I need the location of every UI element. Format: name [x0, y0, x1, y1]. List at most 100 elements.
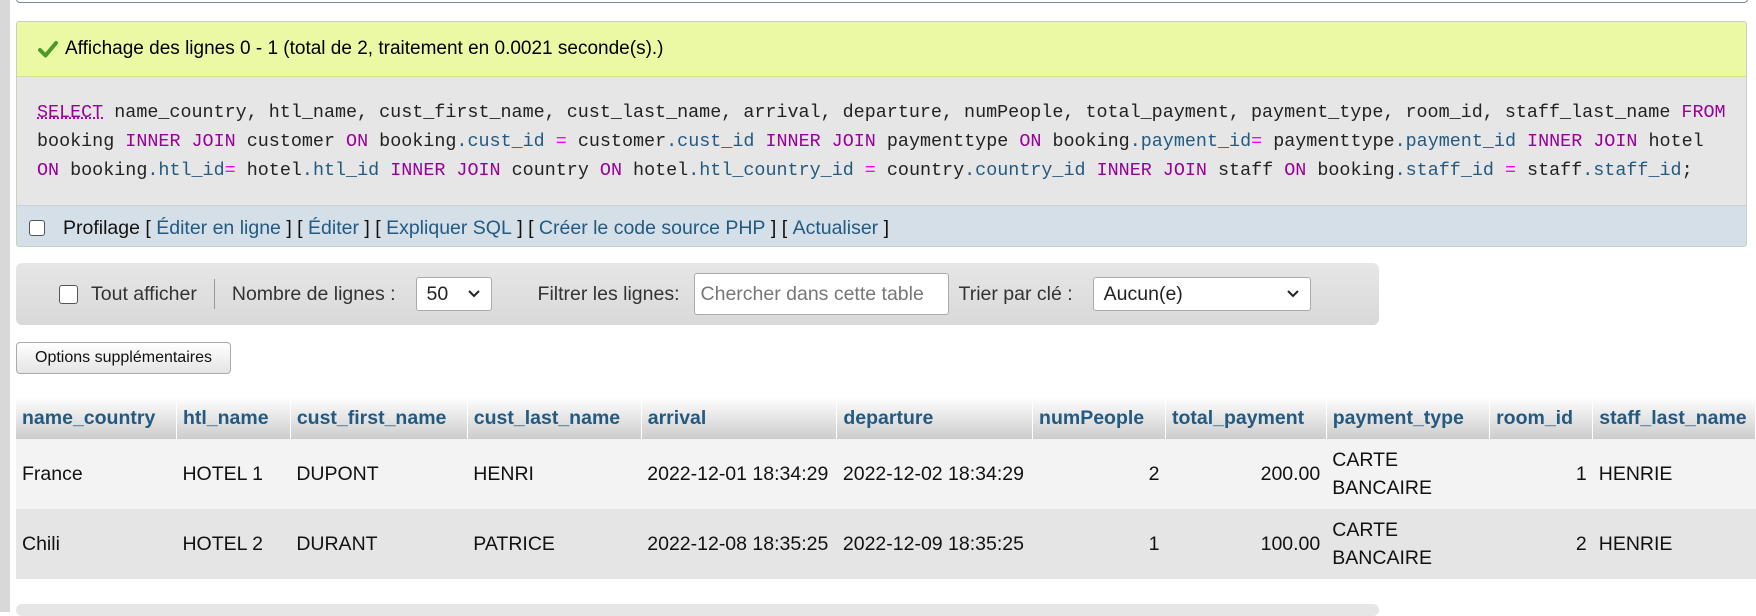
rows-count-label: Nombre de lignes :	[231, 282, 396, 305]
cell: 1	[1032, 509, 1166, 579]
sort-by-key-value: Aucun(e)	[1103, 282, 1183, 305]
cell: 2022-12-01 18:34:29	[641, 439, 837, 509]
sql-token: country	[500, 160, 600, 181]
left-gutter	[0, 0, 10, 612]
bracket: [	[297, 216, 303, 239]
room-id-link[interactable]: 1	[1489, 439, 1593, 509]
column-header[interactable]: departure	[836, 397, 1034, 439]
filter-rows-label: Filtrer les lignes:	[537, 282, 680, 305]
cell: DUPONT	[290, 439, 468, 509]
sql-token: INNER JOIN	[1096, 160, 1207, 181]
table-navigation-bar: Tout afficher Nombre de lignes : 50 Filt…	[16, 263, 1379, 325]
sql-token: .htl_country_id	[688, 160, 854, 181]
column-header[interactable]: cust_last_name	[467, 397, 642, 439]
sql-token: =	[1251, 131, 1263, 152]
sql-token: booking	[1041, 131, 1130, 152]
edit-inline-link[interactable]: Éditer en ligne	[156, 217, 281, 240]
show-all-label: Tout afficher	[91, 282, 197, 305]
table-header-row: name_country htl_name cust_first_name cu…	[16, 397, 1756, 439]
bracket: ]	[364, 216, 370, 239]
column-header[interactable]: cust_first_name	[290, 397, 468, 439]
sql-token: =	[544, 131, 578, 152]
sql-token: hotel	[622, 160, 689, 181]
sql-token: ON	[599, 160, 622, 181]
cell: PATRICE	[467, 509, 642, 579]
explain-sql-link[interactable]: Expliquer SQL	[386, 217, 512, 240]
sql-token: .payment_id	[1129, 131, 1252, 152]
profiling-checkbox[interactable]	[29, 220, 45, 236]
table-row: France HOTEL 1 DUPONT HENRI 2022-12-01 1…	[16, 439, 1756, 509]
table-row: Chili HOTEL 2 DURANT PATRICE 2022-12-08 …	[16, 509, 1756, 579]
previous-panel-edge	[16, 0, 1748, 3]
edit-link[interactable]: Éditer	[308, 217, 359, 240]
sql-token: customer	[577, 131, 667, 152]
rows-count-select[interactable]: 50	[415, 277, 492, 311]
sort-by-key-select[interactable]: Aucun(e)	[1092, 277, 1311, 311]
cell: CARTE BANCAIRE	[1326, 439, 1490, 509]
column-header[interactable]: arrival	[641, 397, 838, 439]
divider	[213, 279, 215, 309]
sql-token: ON	[1019, 131, 1042, 152]
bracket: ]	[770, 216, 777, 239]
bracket: ]	[286, 216, 292, 239]
bracket: ]	[883, 216, 890, 239]
cell: HENRIE	[1592, 509, 1756, 579]
show-all-checkbox[interactable]	[59, 284, 78, 304]
sql-token: FROM	[1681, 102, 1726, 123]
sql-token: .staff_id	[1394, 160, 1494, 181]
sql-token: .staff_id	[1582, 160, 1682, 181]
column-header[interactable]: htl_name	[176, 397, 291, 439]
profiling-label: Profilage	[63, 216, 140, 239]
checkmark-icon	[38, 41, 58, 58]
room-id-link[interactable]: 2	[1489, 509, 1593, 579]
column-header[interactable]: total_payment	[1165, 397, 1327, 439]
sql-token: customer	[235, 131, 347, 152]
sql-token: INNER JOIN	[125, 131, 236, 152]
sql-token: country	[886, 160, 965, 181]
success-message-bar: Affichage des lignes 0 - 1 (total de 2, …	[17, 22, 1746, 77]
column-header[interactable]: room_id	[1489, 397, 1594, 439]
sql-token: =	[1493, 160, 1528, 181]
sql-token: .cust_id	[666, 131, 755, 152]
sql-token: ON	[1284, 160, 1307, 181]
sql-token: INNER JOIN	[1527, 131, 1638, 152]
sql-token: .cust_id	[456, 131, 545, 152]
sql-token: staff	[1527, 160, 1583, 181]
sql-token: booking	[368, 131, 457, 152]
bracket: [	[781, 216, 788, 239]
sql-token: paymenttype	[875, 131, 1020, 152]
column-header[interactable]: staff_last_name	[1592, 397, 1756, 439]
cell: HENRIE	[1592, 439, 1756, 509]
cell: CARTE BANCAIRE	[1326, 509, 1490, 579]
sql-token: =	[224, 160, 236, 181]
sql-token: .htl_id	[301, 160, 380, 181]
cell: 2022-12-02 18:34:29	[836, 439, 1033, 509]
success-message-text: Affichage des lignes 0 - 1 (total de 2, …	[65, 38, 664, 59]
cell: 2022-12-09 18:35:25	[836, 509, 1033, 579]
cell: France	[16, 439, 177, 509]
sql-query-text: SELECT name_country, htl_name, cust_firs…	[17, 77, 1746, 205]
column-header[interactable]: numPeople	[1032, 397, 1166, 439]
sql-token: .payment_id	[1394, 131, 1516, 152]
column-header[interactable]: payment_type	[1326, 397, 1491, 439]
sql-token: paymenttype	[1262, 131, 1395, 152]
sql-token: INNER JOIN	[390, 160, 501, 181]
cell: HENRI	[467, 439, 642, 509]
cell: HOTEL 2	[176, 509, 291, 579]
cell: 200.00	[1165, 439, 1327, 509]
sql-token: ON	[37, 160, 60, 181]
cell: Chili	[16, 509, 177, 579]
filter-rows-input[interactable]: Chercher dans cette table	[693, 273, 949, 315]
sql-token: booking	[37, 131, 126, 152]
sql-token: staff	[1206, 160, 1285, 181]
column-header[interactable]: name_country	[16, 397, 177, 439]
cell: DURANT	[290, 509, 468, 579]
rows-count-value: 50	[426, 282, 449, 305]
bracket: [	[528, 216, 534, 239]
query-result-panel: Affichage des lignes 0 - 1 (total de 2, …	[16, 21, 1747, 247]
refresh-link[interactable]: Actualiser	[793, 217, 879, 240]
extra-options-button[interactable]: Options supplémentaires	[16, 342, 231, 374]
sql-token: hotel	[1637, 131, 1704, 152]
create-php-code-link[interactable]: Créer le code source PHP	[539, 217, 766, 240]
